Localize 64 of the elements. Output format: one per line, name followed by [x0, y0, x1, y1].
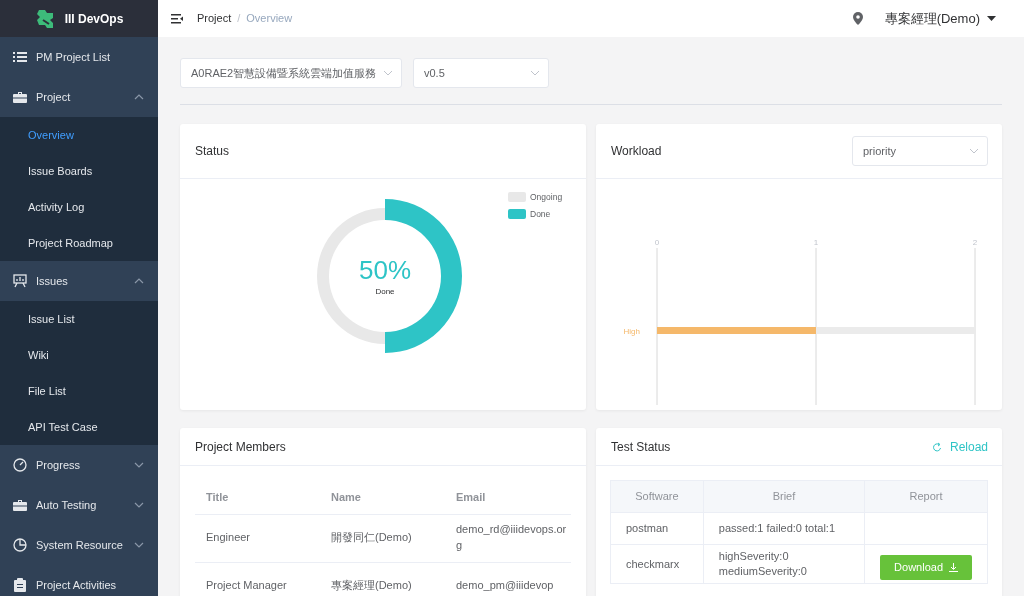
- sidebar-subitem[interactable]: Issue List: [0, 301, 158, 337]
- clipboard-icon: [13, 578, 27, 592]
- sidebar-subitem[interactable]: File List: [0, 373, 158, 409]
- logo-icon: [34, 7, 55, 30]
- menu-icon: [171, 13, 183, 24]
- column-header: Email: [445, 480, 571, 514]
- column-header: Brief: [703, 480, 865, 513]
- sidebar-subitem[interactable]: Overview: [0, 117, 158, 153]
- app-name: III DevOps: [64, 10, 124, 28]
- sidebar-subitem[interactable]: API Test Case: [0, 409, 158, 445]
- table-cell: highSeverity:0 mediumSeverity:0: [703, 544, 865, 584]
- sidebar-item[interactable]: PM Project List: [0, 37, 158, 77]
- chevron-down-icon: [530, 70, 540, 76]
- sidebar-item[interactable]: Auto Testing: [0, 485, 158, 525]
- chevron-down-icon: [969, 148, 979, 154]
- breadcrumb-link[interactable]: Project: [197, 10, 232, 27]
- center-label: Done: [375, 287, 395, 296]
- column-header: Title: [195, 480, 320, 514]
- user-menu[interactable]: 專案經理(Demo): [884, 8, 996, 29]
- sidebar-item[interactable]: System Resource: [0, 525, 158, 565]
- location-pin-icon: [852, 12, 863, 25]
- percentage-label: 50%: [359, 255, 411, 285]
- table-cell: demo_rd@iiidevops.org: [445, 514, 571, 562]
- table-cell: 專案經理(Demo): [320, 562, 445, 596]
- caret-icon: [987, 16, 996, 21]
- refresh-icon: [931, 441, 942, 452]
- download-icon: [949, 562, 958, 572]
- briefcase-icon: [13, 498, 27, 512]
- list-icon: [13, 50, 27, 64]
- column-header: Name: [320, 480, 445, 514]
- breadcrumb-separator: /: [237, 11, 241, 27]
- version-select[interactable]: v0.5: [413, 58, 549, 88]
- sidebar-subitem[interactable]: Wiki: [0, 337, 158, 373]
- card-title: Project Members: [195, 438, 286, 456]
- project-select[interactable]: A0RAE2智慧設備暨系統雲端加值服務: [180, 58, 402, 88]
- sidebar-item[interactable]: Project Activities: [0, 565, 158, 596]
- card-title: Workload: [611, 143, 662, 160]
- pie-chart-icon: [13, 538, 27, 552]
- breadcrumb-current: Overview: [246, 11, 293, 27]
- briefcase-icon: [13, 90, 27, 104]
- table-cell: passed:1 failed:0 total:1: [703, 512, 865, 545]
- table-cell: demo_pm@iiidevop: [445, 562, 571, 596]
- column-header: Software: [610, 480, 704, 513]
- sidebar-subitem[interactable]: Activity Log: [0, 189, 158, 225]
- sidebar-item[interactable]: Progress: [0, 445, 158, 485]
- table-cell: postman: [610, 512, 704, 545]
- chevron-down-icon: [383, 70, 393, 76]
- legend-label: Ongoing: [530, 192, 563, 202]
- card-title: Test Status: [611, 438, 671, 456]
- group-by-select[interactable]: priority: [852, 136, 988, 166]
- presentation-board-icon: [13, 274, 27, 288]
- sidebar-subitem[interactable]: Issue Boards: [0, 153, 158, 189]
- table-cell: checkmarx: [610, 544, 704, 584]
- sidebar-item[interactable]: Project: [0, 77, 158, 117]
- sidebar-item[interactable]: Issues: [0, 261, 158, 301]
- table-cell: Project Manager: [195, 562, 320, 596]
- table-cell: 開發同仁(Demo): [320, 514, 445, 562]
- table-cell: Engineer: [195, 514, 320, 562]
- sidebar-subitem[interactable]: Project Roadmap: [0, 225, 158, 261]
- card-title: Status: [195, 143, 230, 160]
- column-header: Report: [864, 480, 988, 513]
- gauge-icon: [13, 458, 27, 472]
- category-label: High: [623, 327, 640, 336]
- legend-label: Done: [530, 209, 551, 219]
